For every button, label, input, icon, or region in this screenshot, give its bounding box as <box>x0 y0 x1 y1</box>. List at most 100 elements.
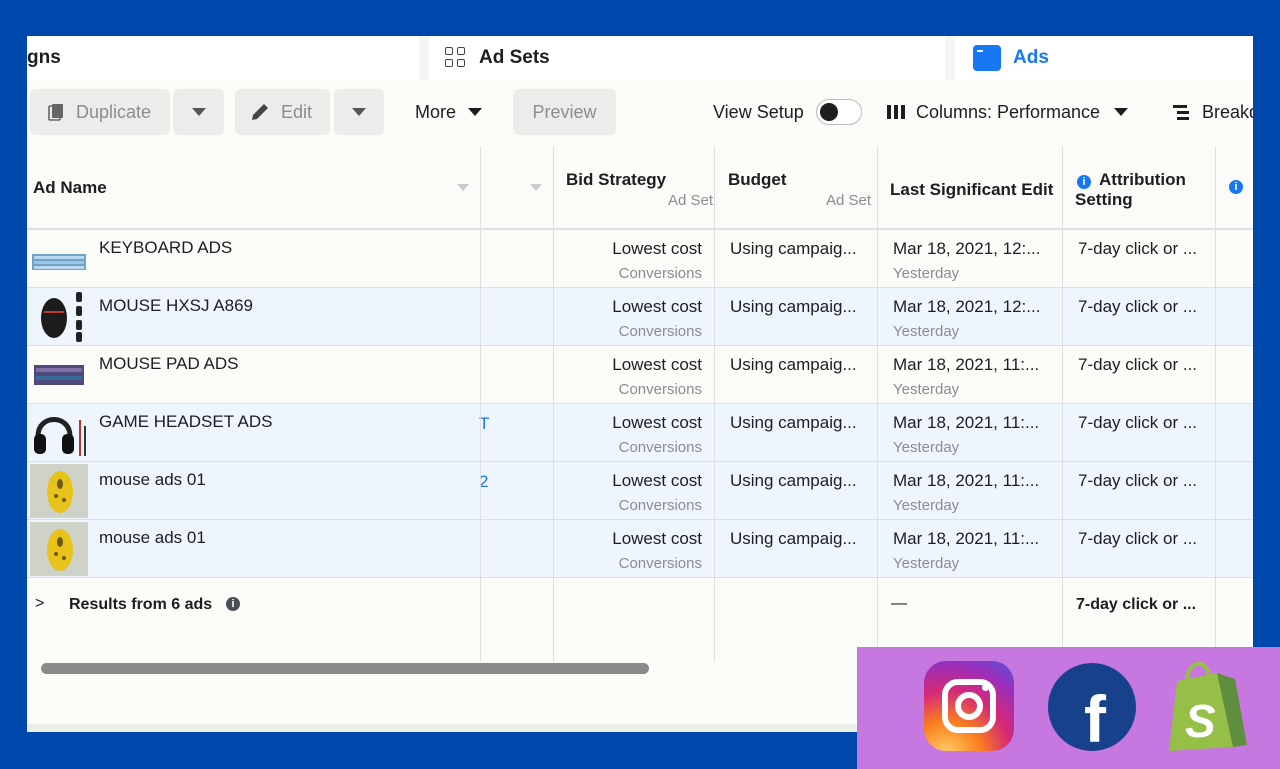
last-edit-value: Mar 18, 2021, 12:... <box>893 297 1041 316</box>
column-header-bid-strategy[interactable]: Bid Strategy Ad Set <box>566 146 713 228</box>
bid-strategy-value: Lowest cost <box>612 529 702 548</box>
instagram-icon <box>924 661 1014 751</box>
column-header-ad-name[interactable]: Ad Name <box>33 146 473 228</box>
table-row[interactable]: KEYBOARD ADS Lowest cost Conversions Using … <box>27 230 1253 288</box>
toggle-switch[interactable] <box>815 99 862 125</box>
column-divider <box>714 146 715 662</box>
budget-value: Using campaig... <box>730 355 857 374</box>
tab-campaigns[interactable]: gns <box>27 36 419 80</box>
table-row[interactable]: MOUSE PAD ADS Lowest cost Conversions Using… <box>27 346 1253 404</box>
duplicate-dropdown-button[interactable] <box>173 89 224 135</box>
ad-name-link[interactable]: MOUSE HXSJ A869 <box>99 296 253 316</box>
ad-thumbnail[interactable] <box>30 348 88 402</box>
last-edit-subvalue: Yesterday <box>893 323 960 340</box>
table-row[interactable]: mouse ads 01 Lowest cost Conversions Using … <box>27 520 1253 578</box>
chevron-down-icon <box>1114 108 1129 116</box>
breakdown-icon <box>1173 105 1189 120</box>
edit-button[interactable]: Edit <box>235 89 330 135</box>
column-header-label: Attribution <box>1099 170 1186 189</box>
ad-thumbnail[interactable] <box>30 290 88 344</box>
column-header-label: Ad Name <box>33 178 107 197</box>
preview-button[interactable]: Preview <box>513 89 616 135</box>
bid-strategy-value: Lowest cost <box>612 297 702 316</box>
info-icon[interactable]: i <box>226 597 240 611</box>
ad-name-link[interactable]: mouse ads 01 <box>99 528 206 548</box>
chevron-right-icon[interactable]: > <box>35 595 44 613</box>
last-edit-subvalue: Yesterday <box>893 265 960 282</box>
last-edit-value: Mar 18, 2021, 11:... <box>893 355 1040 374</box>
columns-dropdown[interactable]: Columns: Performance <box>886 89 1129 135</box>
tab-ads[interactable]: Ads <box>955 36 1253 80</box>
more-label: More <box>415 101 457 122</box>
column-divider <box>1215 146 1216 662</box>
column-header-sublabel: Ad Set <box>825 192 871 209</box>
column-header-budget[interactable]: Budget Ad Set <box>728 146 871 228</box>
info-icon[interactable]: i <box>1077 175 1091 189</box>
edit-dropdown-button[interactable] <box>334 89 384 135</box>
svg-text:S: S <box>1185 695 1216 747</box>
tab-ads-label: Ads <box>1013 47 1049 68</box>
chevron-down-icon <box>468 108 483 116</box>
attribution-value: 7-day click or ... <box>1078 471 1198 490</box>
ad-name-link[interactable]: GAME HEADSET ADS <box>99 412 273 432</box>
budget-value: Using campaig... <box>730 239 857 258</box>
table-row[interactable]: GAME HEADSET ADS T Lowest cost Conversions U… <box>27 404 1253 462</box>
column-header-last-significant-edit[interactable]: Last Significant Edit <box>890 146 1060 228</box>
bid-strategy-subvalue: Conversions <box>618 265 702 282</box>
bid-strategy-value: Lowest cost <box>612 239 702 258</box>
view-setup-label: View Setup <box>713 101 804 122</box>
table-row[interactable]: mouse ads 01 2 Lowest cost Conversions Using… <box>27 462 1253 520</box>
bid-strategy-value: Lowest cost <box>612 471 702 490</box>
bid-strategy-value: Lowest cost <box>612 413 702 432</box>
table-row[interactable]: MOUSE HXSJ A869 Lowest cost Conversions Usi… <box>27 288 1253 346</box>
grid-icon <box>445 47 467 69</box>
ad-thumbnail[interactable] <box>30 406 88 460</box>
ad-name-link[interactable]: mouse ads 01 <box>99 470 206 490</box>
ad-thumbnail[interactable] <box>30 522 88 576</box>
view-setup-toggle[interactable]: View Setup <box>713 89 862 135</box>
ad-thumbnail[interactable] <box>30 464 88 518</box>
column-header-label: Last Significant Edit <box>890 180 1054 199</box>
chevron-down-icon <box>352 108 366 116</box>
column-divider <box>553 146 554 662</box>
breakdown-dropdown[interactable]: Breakd <box>1172 89 1253 135</box>
sort-caret-icon[interactable] <box>530 184 542 191</box>
social-logos-banner: f S <box>857 647 1280 769</box>
tab-ad-sets-label: Ad Sets <box>479 47 550 68</box>
ad-name-link[interactable]: KEYBOARD ADS <box>99 238 232 258</box>
chevron-down-icon <box>191 108 206 116</box>
column-divider <box>877 146 878 662</box>
column-divider <box>480 146 481 662</box>
last-edit-subvalue: Yesterday <box>893 555 960 572</box>
last-edit-subvalue: Yesterday <box>893 497 960 514</box>
duplicate-button[interactable]: Duplicate <box>30 89 170 135</box>
info-icon[interactable]: i <box>1229 180 1243 194</box>
bid-strategy-subvalue: Conversions <box>618 323 702 340</box>
column-header-label: Budget <box>728 170 787 189</box>
last-edit-value: Mar 18, 2021, 11:... <box>893 413 1040 432</box>
last-edit-subvalue: Yesterday <box>893 381 960 398</box>
preview-label: Preview <box>532 101 597 122</box>
attribution-value: 7-day click or ... <box>1078 529 1198 548</box>
bid-strategy-value: Lowest cost <box>612 355 702 374</box>
column-header-label: Bid Strategy <box>566 170 667 189</box>
column-header-attribution-setting[interactable]: i Attribution Setting <box>1075 146 1225 228</box>
budget-value: Using campaig... <box>730 413 857 432</box>
attribution-value: 7-day click or ... <box>1078 297 1198 316</box>
facebook-icon: f <box>1048 663 1136 751</box>
columns-label: Columns: Performance <box>916 101 1101 122</box>
last-edit-value: Mar 18, 2021, 11:... <box>893 471 1040 490</box>
ad-name-link[interactable]: MOUSE PAD ADS <box>99 354 239 374</box>
attribution-value: 7-day click or ... <box>1078 239 1198 258</box>
table-header: Ad Name Bid Strategy Ad Set Budget Ad Se… <box>27 146 1253 230</box>
tab-ad-sets[interactable]: Ad Sets <box>429 36 945 80</box>
ad-thumbnail[interactable] <box>30 232 88 286</box>
summary-last-edit: — <box>891 595 907 612</box>
columns-icon <box>887 105 905 119</box>
scrollbar-thumb[interactable] <box>41 663 649 674</box>
more-button[interactable]: More <box>415 89 483 135</box>
last-edit-value: Mar 18, 2021, 12:... <box>893 239 1041 258</box>
edit-label: Edit <box>281 101 313 122</box>
ads-manager-window: gns Ad Sets Ads Duplicate Edit More Prev… <box>27 36 1253 732</box>
sort-caret-icon[interactable] <box>457 184 469 191</box>
